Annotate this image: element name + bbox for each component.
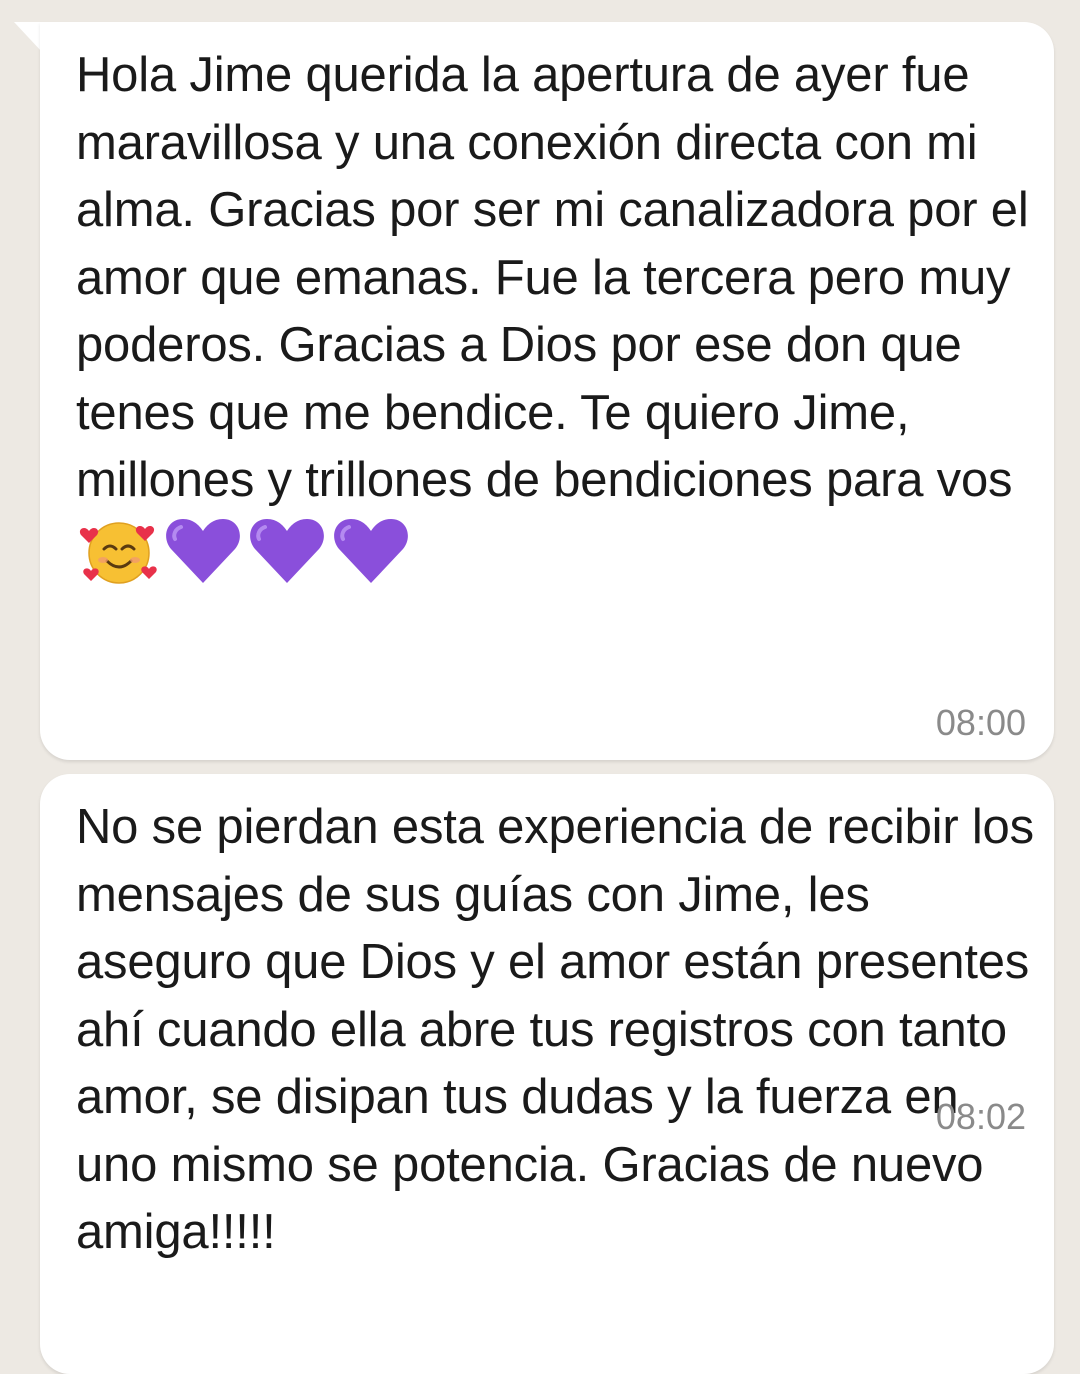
purple-heart-icon	[162, 515, 244, 587]
smiling-face-with-hearts-icon	[78, 515, 160, 587]
chat-area: Hola Jime querida la apertura de ayer fu…	[0, 0, 1080, 1374]
emoji-row	[78, 515, 412, 587]
message-time-2: 08:02	[935, 1096, 1026, 1137]
purple-heart-icon	[246, 515, 328, 587]
message-bubble-2[interactable]: No se pierdan esta experiencia de recibi…	[40, 774, 1054, 1374]
message-bubble-1[interactable]: Hola Jime querida la apertura de ayer fu…	[40, 22, 1054, 760]
purple-heart-icon	[330, 515, 412, 587]
message-time-1: 08:00	[935, 702, 1026, 743]
message-text-1: Hola Jime querida la apertura de ayer fu…	[76, 42, 1036, 591]
message-text-1-content: Hola Jime querida la apertura de ayer fu…	[76, 48, 1029, 507]
bubble-tail	[14, 22, 42, 52]
message-text-2: No se pierdan esta experiencia de recibi…	[76, 800, 1034, 1259]
